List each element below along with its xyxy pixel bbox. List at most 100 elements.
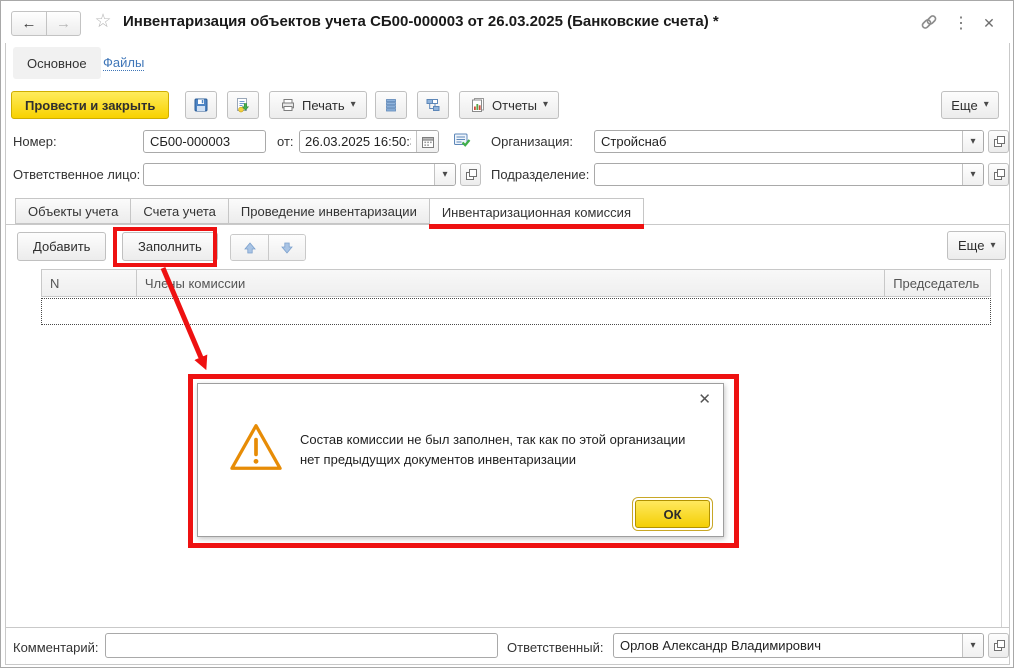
nav-tab-main[interactable]: Основное — [13, 47, 101, 79]
calendar-picker-button[interactable] — [416, 131, 438, 152]
chevron-down-icon: ▾ — [970, 170, 975, 180]
responsible-person-combo[interactable]: ▾ — [143, 163, 456, 186]
ok-button[interactable]: ОК — [635, 500, 710, 528]
more-menu-button[interactable]: ⋮ — [949, 11, 973, 35]
forward-button[interactable]: → — [46, 12, 80, 35]
organization-dropdown-button[interactable]: ▾ — [962, 131, 983, 152]
back-button[interactable]: ← — [12, 12, 46, 35]
tab-accounting-objects[interactable]: Объекты учета — [15, 198, 131, 224]
nav-tab-files[interactable]: Файлы — [103, 55, 144, 71]
responsible-label: Ответственный: — [507, 640, 603, 655]
responsible-person-label: Ответственное лицо: — [13, 167, 140, 182]
open-value-icon — [992, 168, 1006, 182]
number-input[interactable] — [143, 130, 266, 153]
dialog-message-line1: Состав комиссии не был заполнен, так как… — [300, 430, 714, 450]
chevron-down-icon: ▾ — [351, 100, 356, 110]
close-window-button[interactable]: ✕ — [977, 11, 1001, 35]
print-label: Печать — [302, 98, 345, 113]
report-chart-icon — [470, 97, 486, 113]
close-icon: ✕ — [698, 391, 711, 408]
arrow-up-icon — [243, 241, 257, 255]
chevron-down-icon: ▾ — [984, 100, 989, 110]
page-title: Инвентаризация объектов учета СБ00-00000… — [123, 13, 719, 30]
footer-divider — [5, 627, 1010, 628]
more-label: Еще — [951, 98, 977, 113]
open-value-icon — [464, 168, 478, 182]
move-up-button[interactable] — [231, 235, 268, 260]
chevron-down-icon: ▾ — [442, 170, 447, 180]
responsible-combo[interactable]: Орлов Александр Владимирович ▾ — [613, 633, 984, 658]
reports-label: Отчеты — [492, 98, 537, 113]
responsible-dropdown-button[interactable]: ▾ — [962, 634, 983, 657]
chevron-down-icon: ▾ — [990, 241, 995, 251]
fill-button[interactable]: Заполнить — [122, 232, 218, 261]
movement-structure-button[interactable] — [417, 91, 449, 119]
move-row-group — [230, 234, 306, 261]
save-floppy-icon — [193, 97, 209, 113]
register-records-button[interactable] — [375, 91, 407, 119]
organization-label: Организация: — [491, 134, 573, 149]
add-button[interactable]: Добавить — [17, 232, 106, 261]
tab-accounts[interactable]: Счета учета — [130, 198, 229, 224]
save-button[interactable] — [185, 91, 217, 119]
post-and-close-button[interactable]: Провести и закрыть — [11, 91, 169, 119]
column-header-chairman: Председатель — [885, 270, 990, 296]
date-input[interactable] — [300, 131, 416, 152]
document-tabs: Объекты учета Счета учета Проведение инв… — [15, 198, 643, 226]
column-header-n: N — [42, 270, 137, 296]
organization-combo[interactable]: Стройснаб ▾ — [594, 130, 984, 153]
tab-inventory-commission[interactable]: Инвентаризационная комиссия — [429, 198, 644, 226]
date-label: от: — [277, 134, 294, 149]
register-list-icon — [383, 97, 399, 113]
move-down-button[interactable] — [268, 235, 305, 260]
department-open-button[interactable] — [988, 163, 1009, 186]
chevron-down-icon: ▾ — [970, 641, 975, 651]
chevron-down-icon: ▾ — [970, 137, 975, 147]
department-value — [595, 164, 962, 185]
tab-inventory-execution[interactable]: Проведение инвентаризации — [228, 198, 430, 224]
more-label: Еще — [958, 238, 984, 253]
history-nav-group: ← → — [11, 11, 81, 36]
kebab-dots-icon: ⋮ — [953, 13, 969, 33]
dialog-close-button[interactable]: ✕ — [698, 390, 711, 408]
more-actions-button-top[interactable]: Еще ▾ — [941, 91, 999, 119]
chain-link-icon — [919, 13, 939, 33]
date-field-group — [299, 130, 439, 153]
chevron-down-icon: ▾ — [543, 100, 548, 110]
post-document-button[interactable] — [227, 91, 259, 119]
back-arrow-icon: ← — [22, 15, 37, 32]
commission-table-header: N Члены комиссии Председатель — [41, 269, 991, 297]
department-dropdown-button[interactable]: ▾ — [962, 164, 983, 185]
open-value-icon — [992, 135, 1006, 149]
dialog-message-line2: нет предыдущих документов инвентаризации — [300, 450, 714, 470]
calendar-icon — [421, 135, 435, 149]
more-actions-button-table[interactable]: Еще ▾ — [947, 231, 1006, 260]
empty-table-row[interactable] — [41, 298, 991, 325]
organization-open-button[interactable] — [988, 130, 1009, 153]
responsible-open-button[interactable] — [988, 633, 1009, 658]
dialog-message: Состав комиссии не был заполнен, так как… — [300, 430, 714, 470]
number-label: Номер: — [13, 134, 57, 149]
favorite-star-icon[interactable]: ☆ — [91, 10, 115, 34]
warning-triangle-icon — [228, 422, 284, 472]
red-underline-annotation — [429, 224, 644, 229]
responsible-person-dropdown-button[interactable]: ▾ — [434, 164, 455, 185]
post-document-icon — [235, 97, 251, 113]
get-link-button[interactable] — [917, 11, 941, 35]
posted-status-icon — [453, 131, 471, 149]
department-combo[interactable]: ▾ — [594, 163, 984, 186]
reports-button[interactable]: Отчеты ▾ — [459, 91, 559, 119]
print-button[interactable]: Печать ▾ — [269, 91, 367, 119]
responsible-value: Орлов Александр Владимирович — [614, 634, 962, 657]
responsible-person-value — [144, 164, 434, 185]
open-value-icon — [992, 639, 1006, 653]
comment-label: Комментарий: — [13, 640, 99, 655]
close-icon: ✕ — [983, 15, 995, 32]
organization-value: Стройснаб — [595, 131, 962, 152]
tab-label: Инвентаризационная комиссия — [442, 205, 631, 220]
table-scroll-divider — [1001, 269, 1002, 627]
warning-dialog: ✕ Состав комиссии не был заполнен, так к… — [197, 383, 724, 537]
comment-input[interactable] — [105, 633, 498, 658]
document-form-window: ← → ☆ Инвентаризация объектов учета СБ00… — [0, 0, 1014, 668]
responsible-person-open-button[interactable] — [460, 163, 481, 186]
